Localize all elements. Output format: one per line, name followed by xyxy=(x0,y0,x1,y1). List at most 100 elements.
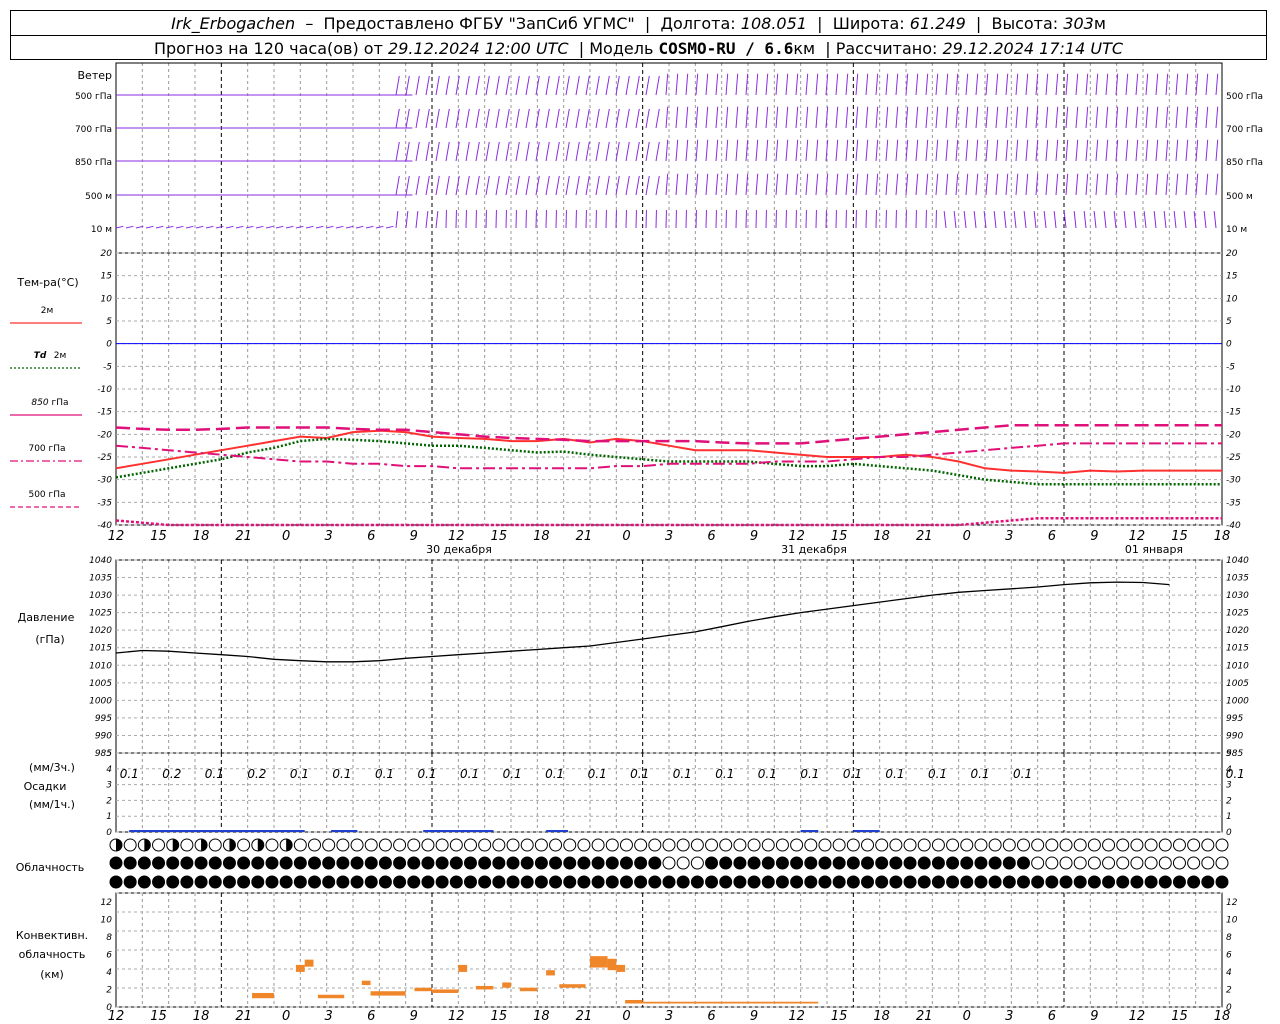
wind-barb xyxy=(475,75,480,96)
cloud-symbol xyxy=(775,875,789,889)
precip-amount-label: 0.1 xyxy=(1013,767,1032,781)
wind-barb xyxy=(895,73,899,96)
cloud-symbol xyxy=(761,838,775,852)
wind-barb xyxy=(1155,106,1159,129)
wind-barb xyxy=(943,211,947,229)
precip-amount-label: 0.1 xyxy=(1226,767,1245,781)
wind-barb xyxy=(405,211,409,229)
wind-barb xyxy=(1045,73,1049,96)
wind-barb xyxy=(265,225,274,229)
wind-barb xyxy=(425,75,430,96)
precip-amount-label: 0.1 xyxy=(673,767,692,781)
convective-bar xyxy=(295,964,305,972)
cloud-symbol xyxy=(1073,856,1087,870)
wind-barb xyxy=(1175,139,1179,162)
precip-amount-label: 0.1 xyxy=(417,767,436,781)
cloud-symbol xyxy=(818,875,832,889)
cloud-symbol xyxy=(1201,856,1215,870)
cloud-symbol-half xyxy=(257,839,264,851)
wind-barb xyxy=(635,141,640,162)
pres-tick-left: 1005 xyxy=(89,679,112,689)
pres-tick-left: 1030 xyxy=(89,591,112,601)
cloud-symbol xyxy=(1045,838,1059,852)
wind-barb xyxy=(475,175,480,196)
wind-barb xyxy=(155,225,164,229)
wind-barb xyxy=(955,73,959,96)
temp-title: Тем-ра(°C) xyxy=(16,276,78,289)
cloud-symbol xyxy=(222,875,236,889)
cloud-symbol xyxy=(804,856,818,870)
wind-barb xyxy=(605,108,610,129)
wind-barb xyxy=(855,173,859,196)
wind-barb xyxy=(705,73,709,96)
cloud-symbol xyxy=(1172,875,1186,889)
wind-barb xyxy=(655,175,660,196)
pres-tick-right: 990 xyxy=(1226,731,1243,741)
legend-label-unit: гПа xyxy=(51,398,68,408)
cloud-symbol xyxy=(733,856,747,870)
wind-barb xyxy=(1163,211,1167,229)
x-tick-label-bottom: 6 xyxy=(1048,1009,1056,1024)
wind-barb xyxy=(575,108,580,129)
wind-barb xyxy=(145,225,154,229)
wind-barb xyxy=(1065,73,1069,96)
wind-barb xyxy=(1075,73,1079,96)
wind-barb xyxy=(695,106,699,129)
wind-barb xyxy=(125,225,134,229)
temp-tick-left: -20 xyxy=(97,430,112,440)
cloud-symbol xyxy=(960,838,974,852)
wind-barb xyxy=(545,75,550,96)
wind-barb xyxy=(945,173,949,196)
wind-barb xyxy=(1195,139,1199,162)
wind-barb xyxy=(395,108,400,129)
wind-barb xyxy=(1165,139,1169,162)
wind-barb xyxy=(915,106,919,129)
wind-barb xyxy=(585,108,590,129)
precip-amount-label: 0.2 xyxy=(247,767,266,781)
wind-barb xyxy=(1095,73,1099,96)
temp-tick-left: -10 xyxy=(97,385,112,395)
cloud-symbol xyxy=(123,875,137,889)
wind-barb xyxy=(1005,106,1009,129)
wind-barb xyxy=(993,211,997,229)
wind-barb xyxy=(605,175,610,196)
wind-barb xyxy=(1145,73,1149,96)
cloud-symbol xyxy=(137,875,151,889)
wind-barb xyxy=(545,175,550,196)
pres-tick-left: 1015 xyxy=(89,644,112,654)
legend-label: Td xyxy=(34,351,47,361)
legend-label: 850 xyxy=(31,398,48,408)
cloud-symbol xyxy=(619,875,633,889)
x-tick-label: 3 xyxy=(325,529,333,544)
conv-tick-right: 6 xyxy=(1226,950,1232,960)
wind-barb xyxy=(1075,173,1079,196)
cloud-symbol xyxy=(1031,856,1045,870)
cloud-symbol xyxy=(492,875,506,889)
cloud-symbol xyxy=(180,875,194,889)
x-tick-label-bottom: 0 xyxy=(622,1009,630,1024)
cloud-symbol xyxy=(421,856,435,870)
cloud-symbol xyxy=(1073,875,1087,889)
cloud-symbol xyxy=(946,856,960,870)
wind-barb xyxy=(795,73,799,96)
prec-tick-left: 4 xyxy=(106,765,112,775)
wind-barb xyxy=(1165,73,1169,96)
wind-barb xyxy=(495,75,500,96)
wind-barb xyxy=(395,75,400,96)
precip-amount-label: 0.1 xyxy=(630,767,649,781)
cloud-symbol xyxy=(463,838,477,852)
wind-barb xyxy=(735,73,739,96)
pres-tick-left: 1010 xyxy=(89,661,112,671)
wind-barb xyxy=(855,106,859,129)
conv-title-2: облачность xyxy=(19,948,86,961)
wind-barb xyxy=(945,139,949,162)
cloud-symbol xyxy=(322,838,336,852)
wind-barb xyxy=(1135,139,1139,162)
cloud-symbol xyxy=(265,875,279,889)
cloud-symbol xyxy=(449,856,463,870)
wind-barb xyxy=(885,139,889,162)
cloud-symbol xyxy=(1187,838,1201,852)
cloud-symbol xyxy=(705,856,719,870)
x-tick-label-bottom: 6 xyxy=(707,1009,715,1024)
wind-barb xyxy=(1113,211,1117,229)
